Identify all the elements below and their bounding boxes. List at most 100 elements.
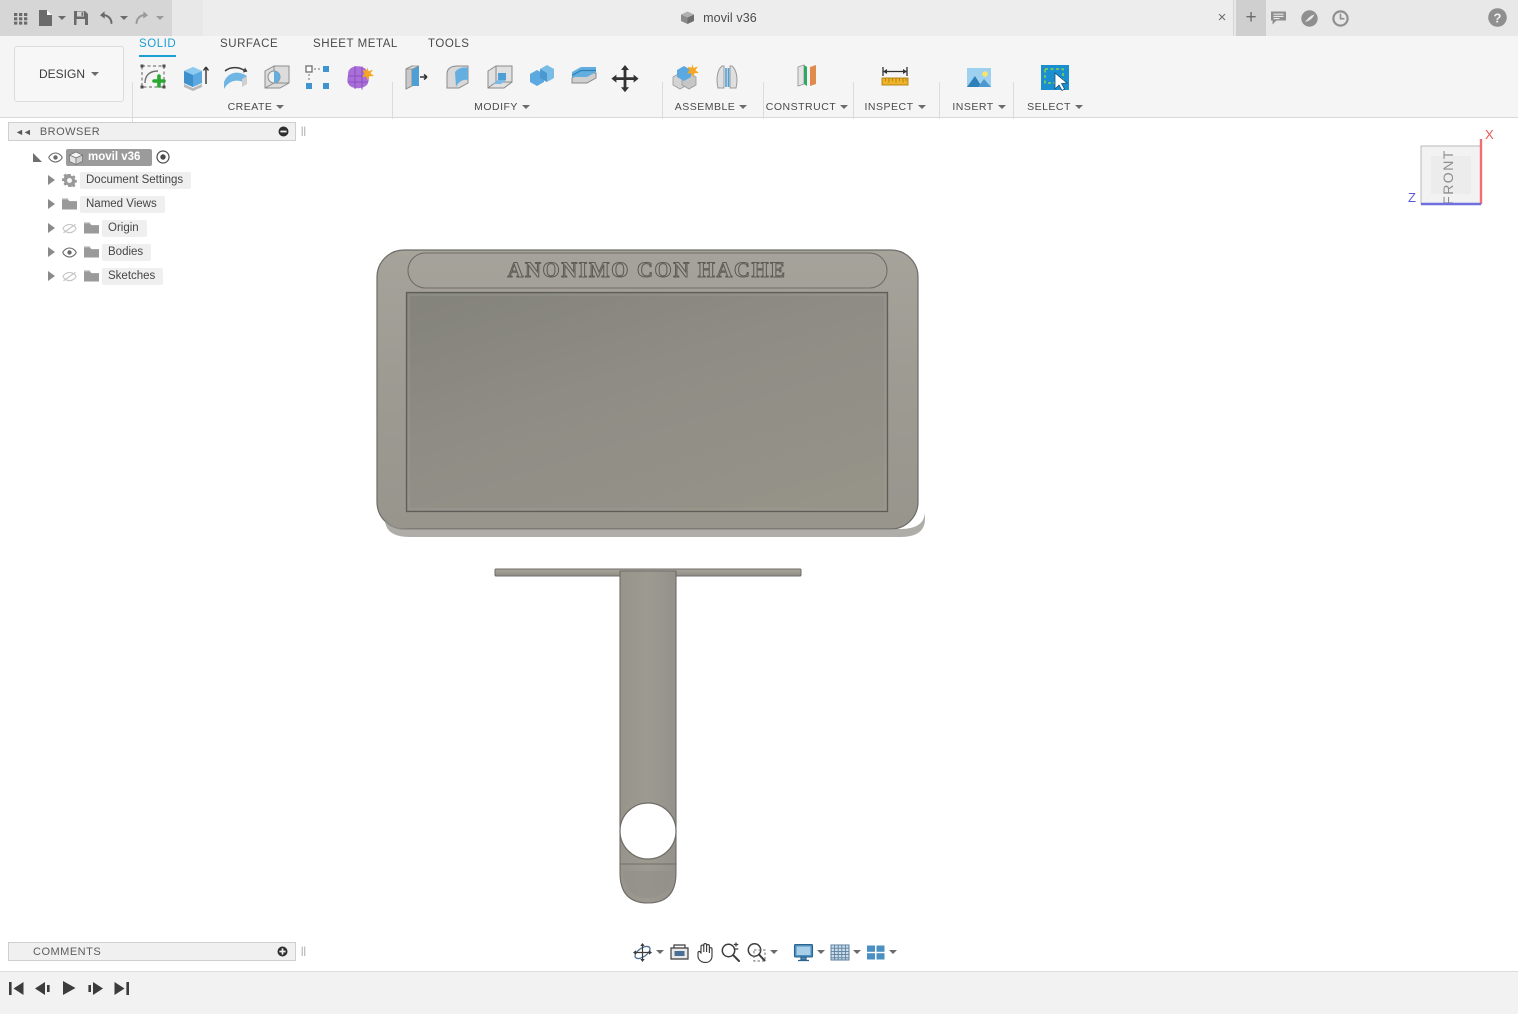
skip-to-beginning-icon[interactable] [8,981,25,996]
panel-inspect-label[interactable]: INSPECT [856,101,934,113]
panel-construct-tools [766,54,848,100]
chevron-down-icon[interactable] [817,950,825,954]
browser-header[interactable]: ◄◄ BROWSER [8,122,296,141]
svg-text:?: ? [1494,10,1502,25]
look-at-icon[interactable] [667,938,692,966]
move-copy-icon[interactable] [606,56,644,100]
fillet-icon[interactable] [438,56,478,100]
comments-header[interactable]: COMMENTS [8,942,296,961]
close-tab-icon[interactable]: × [1213,8,1231,26]
file-dropdown-caret-icon[interactable] [56,3,68,33]
display-settings-icon[interactable] [791,938,827,966]
zoom-icon[interactable] [718,938,743,966]
document-tab[interactable]: movil v36 [203,0,1234,36]
expand-arrow-icon[interactable] [44,192,58,216]
hole-icon[interactable] [257,56,296,100]
model-through-hole [619,802,677,860]
chevron-down-icon[interactable] [889,950,897,954]
select-cursor-icon[interactable] [1035,56,1075,100]
help-icon[interactable]: ? [1487,7,1508,28]
sidebar-item-bodies[interactable]: Bodies [8,240,298,264]
chevron-down-icon [739,105,748,109]
measure-ruler-icon[interactable] [875,56,915,100]
tab-surface[interactable]: SURFACE [220,38,278,55]
insert-image-icon[interactable] [959,56,999,100]
new-component-icon[interactable] [665,56,705,100]
expand-arrow-icon[interactable] [44,216,58,240]
panel-select-label[interactable]: SELECT [1016,101,1094,113]
browser-title: BROWSER [39,125,101,138]
browser-tree: movil v36 Document Settings Named Views [8,146,298,288]
construction-plane-icon[interactable] [787,56,827,100]
sidebar-item-label: Named Views [80,195,165,213]
new-tab-button[interactable]: + [1236,0,1266,36]
sidebar-item-document-settings[interactable]: Document Settings [8,168,298,192]
expand-root-arrow-icon[interactable] [30,145,44,169]
chevron-down-icon[interactable] [770,950,778,954]
comments-resize-grip[interactable]: || [300,942,307,961]
create-sketch-icon[interactable] [134,56,173,100]
file-icon[interactable] [34,3,56,33]
revolve-icon[interactable] [216,56,255,100]
combine-icon[interactable] [522,56,562,100]
shell-icon[interactable] [480,56,520,100]
chevron-down-icon[interactable] [853,950,861,954]
play-icon[interactable] [61,980,77,996]
comments-title: COMMENTS [33,945,102,958]
add-comment-icon[interactable] [277,946,288,957]
panel-create-label[interactable]: CREATE [134,101,378,113]
component-cube-icon [679,10,696,26]
browser-resize-grip[interactable]: || [300,122,307,141]
expand-arrow-icon[interactable] [44,264,58,288]
sidebar-item-sketches[interactable]: Sketches [8,264,298,288]
expand-arrow-icon[interactable] [44,240,58,264]
step-back-icon[interactable] [34,981,52,996]
minimize-circle-icon[interactable] [278,126,289,137]
collapse-left-arrows-icon[interactable]: ◄◄ [15,127,32,137]
activate-radio-icon[interactable] [156,150,171,164]
step-forward-icon[interactable] [86,981,104,996]
pan-hand-icon[interactable] [693,938,717,966]
viewports-icon[interactable] [864,938,899,966]
tab-sheet-metal[interactable]: SHEET METAL [313,38,398,55]
orbit-icon[interactable] [630,938,666,966]
browser-root-item[interactable]: movil v36 [66,148,153,166]
eye-hidden-icon[interactable] [58,216,80,240]
panel-create-tools [134,54,378,100]
panel-modify-label[interactable]: MODIFY [356,101,648,113]
joint-icon[interactable] [707,56,747,100]
eye-visible-icon[interactable] [58,240,80,264]
panel-insert-label[interactable]: INSERT [942,101,1016,113]
eye-hidden-icon[interactable] [58,264,80,288]
extensions-icon[interactable] [1300,9,1319,28]
redo-dropdown-caret-icon[interactable] [154,3,166,33]
skip-to-end-icon[interactable] [113,981,130,996]
grid-snaps-icon[interactable] [828,938,863,966]
panel-construct-label[interactable]: CONSTRUCT [766,101,849,113]
eye-visible-icon[interactable] [44,145,66,169]
design-canvas[interactable]: FRONT X Z ANONIMO CON HACHE [307,119,1518,933]
press-pull-icon[interactable] [396,56,436,100]
expand-arrow-icon[interactable] [44,168,58,192]
cad-model[interactable]: ANONIMO CON HACHE [307,119,1518,933]
sidebar-item-origin[interactable]: Origin [8,216,298,240]
panel-assemble-label[interactable]: ASSEMBLE [665,101,757,113]
rectangular-pattern-icon[interactable] [298,56,337,100]
sidebar-item-named-views[interactable]: Named Views [8,192,298,216]
job-status-clock-icon[interactable] [1331,9,1350,28]
redo-icon[interactable] [130,3,154,33]
save-icon[interactable] [68,3,94,33]
comments-bubble-icon[interactable] [1270,10,1288,26]
chevron-down-icon[interactable] [656,950,664,954]
zoom-window-icon[interactable] [744,938,780,966]
app-grid-icon[interactable] [8,3,34,33]
extrude-icon[interactable] [175,56,214,100]
model-screen-recess [405,291,889,513]
tab-tools[interactable]: TOOLS [428,38,470,55]
browser-root-row[interactable]: movil v36 [8,146,298,168]
document-tab-title: movil v36 [703,11,757,25]
split-face-icon[interactable] [564,56,604,100]
form-icon[interactable] [339,56,378,100]
undo-dropdown-caret-icon[interactable] [118,3,130,33]
undo-icon[interactable] [94,3,118,33]
